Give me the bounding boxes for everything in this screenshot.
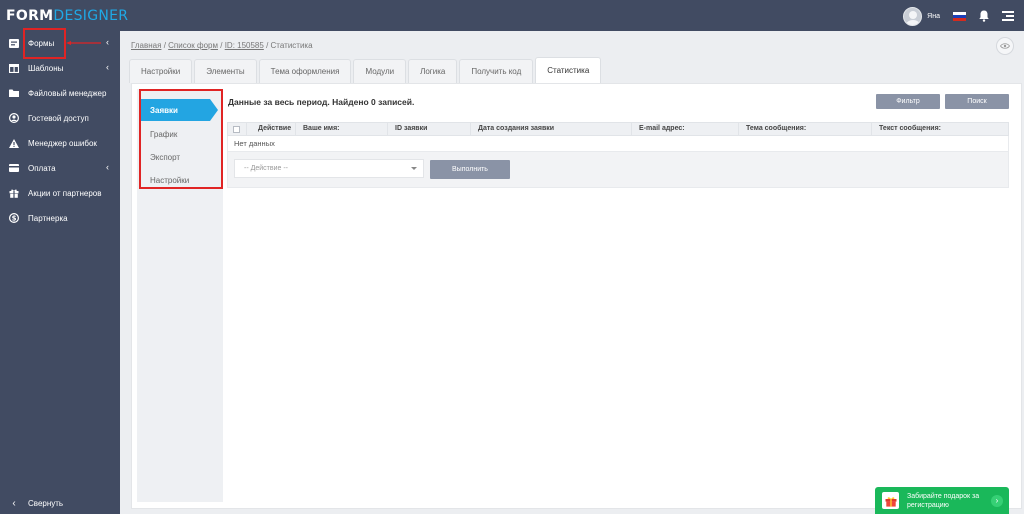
- breadcrumb-forms-list-link[interactable]: Список форм: [168, 41, 218, 50]
- chevron-right-icon[interactable]: ›: [991, 495, 1003, 507]
- tab-theme[interactable]: Тема оформления: [258, 59, 352, 83]
- main-area: Главная / Список форм / ID: 150585 / Ста…: [120, 31, 1024, 514]
- app-logo[interactable]: FORMDESIGNER: [6, 8, 128, 24]
- preview-eye-icon[interactable]: [996, 37, 1014, 55]
- chevron-left-icon[interactable]: ‹: [106, 37, 109, 47]
- russian-flag-icon[interactable]: [953, 11, 966, 21]
- column-header-name[interactable]: Ваше имя:: [295, 123, 387, 135]
- sidebar-item-affiliate[interactable]: $ Партнерка: [0, 207, 120, 229]
- column-header-subject[interactable]: Тема сообщения:: [738, 123, 871, 135]
- column-header-message[interactable]: Текст сообщения:: [871, 123, 1008, 135]
- tab-logic[interactable]: Логика: [408, 59, 458, 83]
- sidebar-item-label: Акции от партнеров: [28, 188, 102, 198]
- bulk-action-placeholder: -- Действие --: [244, 165, 288, 172]
- hamburger-menu-icon[interactable]: [1002, 11, 1014, 21]
- sidebar-item-label: Шаблоны: [28, 63, 64, 73]
- breadcrumb-separator: /: [266, 41, 269, 50]
- sidebar-item-label: Оплата: [28, 163, 56, 173]
- templates-icon: [9, 63, 19, 73]
- sidebar-item-partner-promos[interactable]: Акции от партнеров: [0, 182, 120, 204]
- tab-statistics[interactable]: Статистика: [535, 57, 602, 83]
- bulk-action-select[interactable]: -- Действие --: [234, 159, 424, 178]
- sidebar-item-templates[interactable]: Шаблоны ‹: [0, 57, 120, 79]
- folder-icon: [9, 88, 19, 98]
- user-circle-icon: [9, 113, 19, 123]
- avatar[interactable]: [903, 6, 923, 26]
- chevron-left-icon[interactable]: ‹: [106, 62, 109, 72]
- forms-icon: [9, 38, 19, 48]
- chevron-left-icon: ‹: [12, 497, 16, 509]
- promo-banner[interactable]: Забирайте подарок за регистрацию ›: [875, 487, 1009, 514]
- top-bar: FORMDESIGNER Яна: [0, 0, 1024, 31]
- sidebar-item-label: Гостевой доступ: [28, 113, 89, 123]
- breadcrumb-separator: /: [163, 41, 166, 50]
- tab-elements[interactable]: Элементы: [194, 59, 257, 83]
- bulk-action-bar: -- Действие -- Выполнить: [227, 152, 1009, 188]
- breadcrumb: Главная / Список форм / ID: 150585 / Ста…: [131, 41, 313, 50]
- column-header-email[interactable]: E-mail адрес:: [631, 123, 738, 135]
- promo-text: Забирайте подарок за регистрацию: [907, 493, 980, 509]
- warning-icon: [9, 138, 19, 148]
- top-right-controls: Яна: [903, 6, 1014, 26]
- svg-text:$: $: [12, 215, 17, 223]
- breadcrumb-form-id-link[interactable]: ID: 150585: [225, 41, 264, 50]
- column-header-created-date[interactable]: Дата создания заявки: [470, 123, 631, 135]
- gift-icon: [9, 188, 19, 198]
- execute-button[interactable]: Выполнить: [430, 160, 510, 179]
- tab-get-code[interactable]: Получить код: [459, 59, 534, 83]
- chevron-left-icon[interactable]: ‹: [106, 162, 109, 172]
- forms-highlight-box: [23, 28, 66, 59]
- collapse-label: Свернуть: [28, 498, 64, 508]
- filter-button[interactable]: Фильтр: [876, 94, 940, 109]
- sidebar-item-label: Менеджер ошибок: [28, 138, 97, 148]
- column-header-request-id[interactable]: ID заявки: [387, 123, 470, 135]
- tab-modules[interactable]: Модули: [353, 59, 407, 83]
- statistics-panel: Заявки График Экспорт Настройки Данные з…: [131, 83, 1022, 509]
- results-summary: Данные за весь период. Найдено 0 записей…: [228, 97, 415, 107]
- dollar-icon: $: [9, 213, 19, 223]
- column-header-action[interactable]: Действие: [246, 123, 295, 135]
- sidebar-item-label: Файловый менеджер: [28, 88, 107, 98]
- logo-part-form: FORM: [6, 8, 54, 24]
- caret-down-icon: [411, 167, 417, 170]
- breadcrumb-current: Статистика: [270, 41, 313, 50]
- submenu-highlight-box: [139, 89, 223, 189]
- select-all-checkbox[interactable]: [233, 126, 240, 133]
- form-tabs: Настройки Элементы Тема оформления Модул…: [129, 57, 603, 83]
- logo-part-designer: DESIGNER: [53, 8, 129, 24]
- tab-settings[interactable]: Настройки: [129, 59, 193, 83]
- sidebar-item-error-manager[interactable]: Менеджер ошибок: [0, 132, 120, 154]
- card-icon: [9, 163, 19, 173]
- sidebar-item-guest-access[interactable]: Гостевой доступ: [0, 107, 120, 129]
- gift-icon: [882, 492, 899, 509]
- sidebar-item-file-manager[interactable]: Файловый менеджер: [0, 82, 120, 104]
- sidebar-item-payment[interactable]: Оплата ‹: [0, 157, 120, 179]
- search-button[interactable]: Поиск: [945, 94, 1009, 109]
- breadcrumb-home-link[interactable]: Главная: [131, 41, 161, 50]
- user-name[interactable]: Яна: [927, 13, 940, 20]
- breadcrumb-separator: /: [220, 41, 223, 50]
- requests-table: Действие Ваше имя: ID заявки Дата создан…: [227, 122, 1009, 188]
- sidebar-item-label: Партнерка: [28, 213, 68, 223]
- bell-icon[interactable]: [979, 10, 989, 22]
- sidebar-collapse[interactable]: ‹ Свернуть: [0, 492, 120, 514]
- sidebar: Формы ‹ Шаблоны ‹ Файловый менеджер Гост…: [0, 31, 120, 514]
- table-empty-row: Нет данных: [227, 136, 1009, 152]
- table-header: Действие Ваше имя: ID заявки Дата создан…: [227, 122, 1009, 136]
- red-arrow-annotation: [66, 41, 101, 45]
